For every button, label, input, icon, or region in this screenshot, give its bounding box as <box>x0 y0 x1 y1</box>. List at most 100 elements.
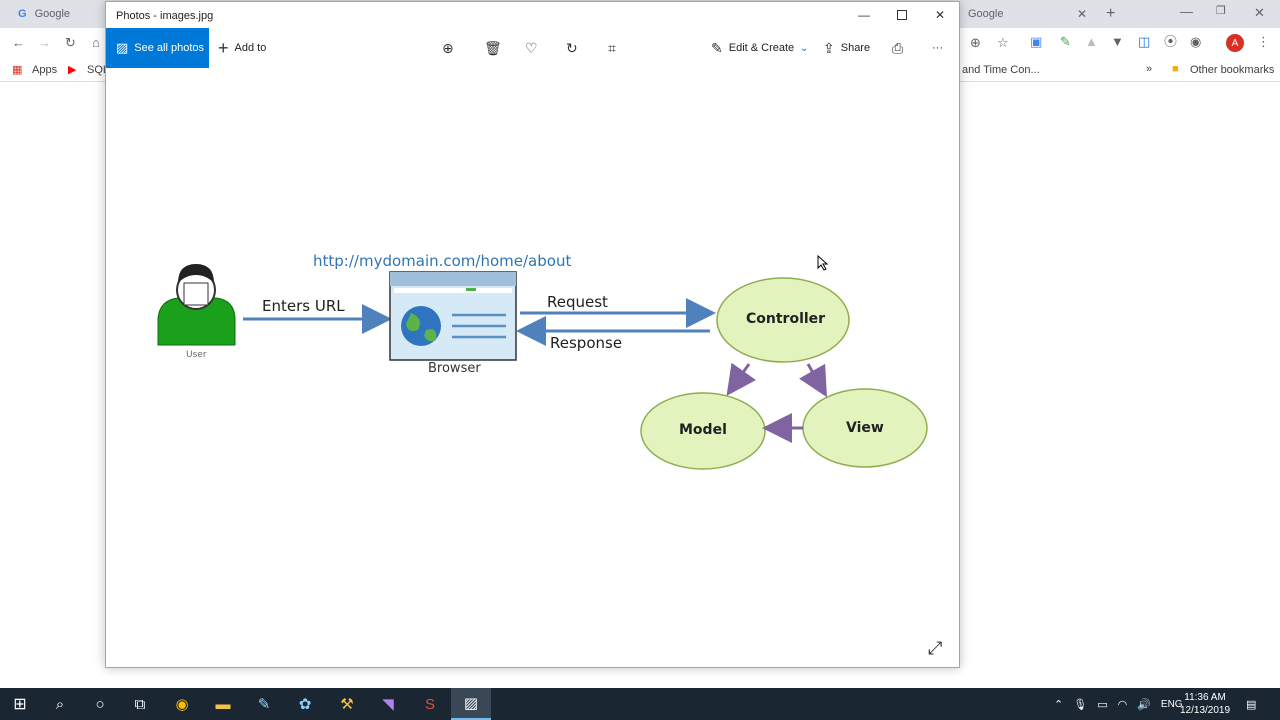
browser-label: Browser <box>428 361 481 376</box>
delete-button[interactable]: 🗑 <box>484 28 502 68</box>
close-window-icon[interactable]: ✕ <box>1254 6 1265 19</box>
taskbar-tools[interactable]: ⚒ <box>327 688 367 720</box>
taskbar-file-explorer[interactable]: ▬ <box>203 688 243 720</box>
bookmark-date-time[interactable]: and Time Con... <box>962 64 1040 76</box>
translate-icon[interactable]: ▣ <box>1030 35 1042 48</box>
notification-icon: ▤ <box>1246 698 1257 711</box>
zoom-icon[interactable]: ⊕ <box>970 36 981 49</box>
search-button[interactable]: ⌕ <box>40 688 80 720</box>
task-view-icon: ⧉ <box>134 695 146 713</box>
rotate-icon: ↻ <box>566 39 578 56</box>
browser-icon <box>389 271 517 361</box>
trash-icon: 🗑 <box>484 39 502 56</box>
minimize-button[interactable]: — <box>845 2 883 28</box>
see-all-photos-button[interactable]: ▨ See all photos <box>106 28 209 68</box>
menu-dots-icon[interactable]: ⋮ <box>1257 35 1270 48</box>
controller-view-arrow <box>799 363 827 398</box>
system-tray: ⌃ 🎙 ▭ ◠ 🔊 ENG <box>1054 688 1183 720</box>
zoom-button[interactable]: ⊕ <box>442 28 454 68</box>
bookmark-star-icon[interactable]: ☆ <box>997 36 1009 49</box>
taskbar-paint[interactable]: ✿ <box>285 688 325 720</box>
extension-icon[interactable]: ▼ <box>1111 35 1124 48</box>
favorite-button[interactable]: ♡ <box>525 28 538 68</box>
search-icon: ⌕ <box>55 695 65 713</box>
heart-icon: ♡ <box>525 39 538 56</box>
zoom-icon: ⊕ <box>442 39 454 56</box>
start-button[interactable]: ⊞ <box>0 688 40 720</box>
home-icon[interactable]: ⌂ <box>92 36 100 49</box>
print-icon: ⎙ <box>892 39 904 56</box>
share-button[interactable]: ⇪ Share <box>823 28 870 68</box>
extension-icon[interactable]: ⦿ <box>1164 35 1177 48</box>
clock[interactable]: 11:36 AM 12/13/2019 <box>1180 688 1230 720</box>
bookmark-other[interactable]: Other bookmarks <box>1190 64 1274 76</box>
taskbar-visual-studio[interactable]: ◥ <box>368 688 408 720</box>
windows-taskbar: ⊞ ⌕ ○ ⧉ ◉ ▬ ✎ ✿ ⚒ ◥ S ▨ ⌃ 🎙 ▭ ◠ 🔊 ENG 11… <box>0 688 1280 720</box>
sql-icon: S <box>424 695 435 713</box>
extension-icon[interactable]: ✎ <box>1060 35 1071 48</box>
close-icon[interactable]: ✕ <box>1077 7 1087 21</box>
clock-time: 11:36 AM <box>1184 692 1226 703</box>
new-tab-icon[interactable]: + <box>1106 6 1115 22</box>
taskbar-notepad[interactable]: ✎ <box>244 688 284 720</box>
bookmarks-overflow[interactable]: » <box>1146 63 1152 75</box>
task-view-button[interactable]: ⧉ <box>120 688 160 720</box>
crop-button[interactable]: ⌗ <box>608 28 616 68</box>
paint-icon: ✿ <box>298 696 312 713</box>
rotate-button[interactable]: ↻ <box>566 28 578 68</box>
minimize-icon[interactable]: — <box>1180 5 1193 18</box>
taskbar-photos[interactable]: ▨ <box>451 688 491 720</box>
visual-studio-icon: ◥ <box>382 696 394 713</box>
extension-icon[interactable]: ▲ <box>1085 35 1098 48</box>
taskbar-sql[interactable]: S <box>410 688 450 720</box>
request-label: Request <box>547 293 608 311</box>
controller-model-arrow <box>726 362 757 396</box>
taskbar-chrome[interactable]: ◉ <box>162 688 202 720</box>
tray-chevron-up-icon[interactable]: ⌃ <box>1054 698 1063 711</box>
clock-date: 12/13/2019 <box>1180 705 1231 716</box>
mouse-cursor-icon <box>817 255 829 271</box>
plus-icon: + <box>218 37 229 58</box>
more-options-button[interactable]: ··· <box>932 28 943 68</box>
close-button[interactable]: ✕ <box>921 2 959 28</box>
chevron-down-icon: ⌄ <box>800 42 809 54</box>
action-center-button[interactable]: ▤ <box>1246 688 1256 720</box>
photos-window: Photos - images.jpg — ✕ ▨ See all photos… <box>105 1 960 668</box>
chrome-tab-title: Google <box>968 8 1004 20</box>
forward-icon[interactable]: → <box>38 36 51 49</box>
microphone-icon[interactable]: 🎙 <box>1073 698 1087 711</box>
reload-icon[interactable]: ↻ <box>65 36 76 49</box>
maximize-button[interactable] <box>883 2 921 28</box>
edit-create-button[interactable]: ✎ Edit & Create ⌄ <box>711 28 809 68</box>
photos-toolbar: ▨ See all photos + Add to ⊕ 🗑 ♡ ↻ ⌗ ✎ Ed… <box>106 28 959 68</box>
maximize-icon <box>897 10 907 20</box>
edit-icon: ✎ <box>711 39 723 56</box>
photos-titlebar: Photos - images.jpg — ✕ <box>106 2 959 28</box>
extension-icon[interactable]: ◫ <box>1138 35 1150 48</box>
controller-label: Controller <box>746 311 826 327</box>
avatar[interactable]: A <box>1226 34 1244 52</box>
tools-icon: ⚒ <box>340 696 354 713</box>
camera-icon[interactable]: ◉ <box>1190 35 1201 48</box>
edit-create-label: Edit & Create <box>728 42 795 54</box>
chrome-icon: ◉ <box>175 696 189 713</box>
chrome-tab-google[interactable]: G Google <box>8 0 80 28</box>
photo-viewer: http://mydomain.com/home/about User Ente… <box>106 68 959 667</box>
photos-icon: ▨ <box>463 695 479 712</box>
back-icon[interactable]: ← <box>12 36 25 49</box>
volume-icon[interactable]: 🔊 <box>1137 698 1151 711</box>
see-all-label: See all photos <box>134 42 205 54</box>
battery-icon[interactable]: ▭ <box>1097 698 1107 711</box>
chrome-tab-google-2[interactable]: Google ✕ <box>960 0 1095 28</box>
cortana-circle-icon: ○ <box>95 695 105 713</box>
add-to-button[interactable]: + Add to <box>218 28 266 68</box>
folder-icon: ▬ <box>215 695 231 713</box>
bookmark-apps[interactable]: Apps <box>32 64 57 76</box>
restore-icon[interactable]: ❐ <box>1216 6 1226 17</box>
window-title: Photos - images.jpg <box>116 10 214 22</box>
model-label: Model <box>679 422 727 438</box>
fullscreen-expand-icon[interactable]: ⤢ <box>928 638 942 659</box>
cortana-button[interactable]: ○ <box>80 688 120 720</box>
print-button[interactable]: ⎙ <box>892 28 903 68</box>
wifi-icon[interactable]: ◠ <box>1118 698 1128 711</box>
